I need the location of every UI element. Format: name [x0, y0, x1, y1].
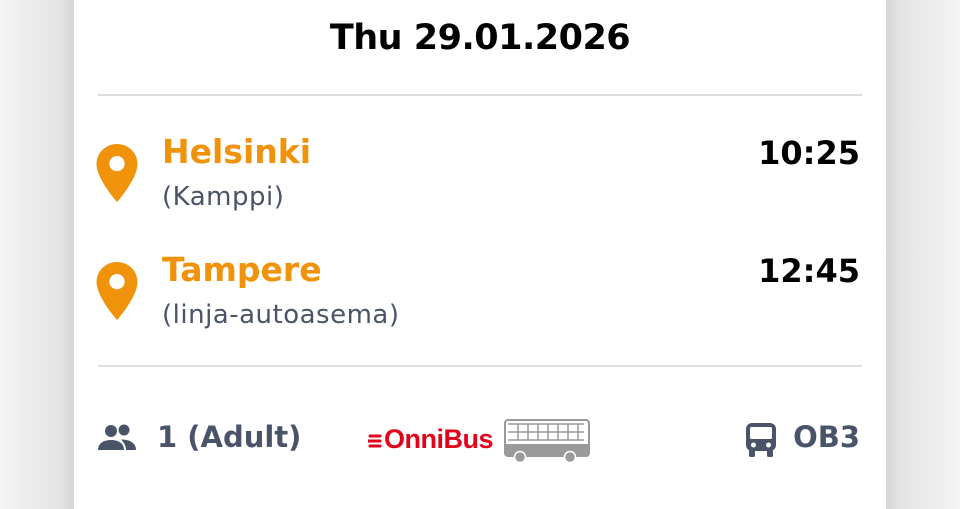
- trip-date: Thu 29.01.2026: [329, 18, 631, 58]
- location-pin-icon: [96, 262, 138, 320]
- destination-stop: Tampere (linja-autoasema) 12:45: [74, 246, 886, 336]
- bus-icon: [746, 423, 776, 457]
- divider-top: [98, 94, 862, 96]
- trip-footer: 1 (Adult) OnniBus OB3: [74, 410, 886, 470]
- trip-card: Thu 29.01.2026 Helsinki (Kamppi) 10:25 T…: [74, 0, 886, 509]
- route-code: OB3: [793, 420, 860, 454]
- operator-logo: OnniBus: [368, 414, 598, 464]
- destination-station: (linja-autoasema): [162, 300, 400, 330]
- double-decker-bus-icon: [504, 419, 590, 464]
- right-backdrop: [886, 0, 960, 509]
- passenger-count: 1 (Adult): [157, 420, 302, 454]
- operator-name: OnniBus: [384, 424, 494, 454]
- destination-city: Tampere: [162, 250, 322, 289]
- departure-time: 10:25: [758, 134, 860, 172]
- location-pin-icon: [96, 144, 138, 202]
- origin-stop: Helsinki (Kamppi) 10:25: [74, 128, 886, 218]
- divider-middle: [98, 365, 862, 367]
- arrival-time: 12:45: [758, 252, 860, 290]
- origin-city: Helsinki: [162, 132, 312, 171]
- left-backdrop: [0, 0, 74, 509]
- origin-station: (Kamppi): [162, 182, 285, 212]
- people-icon: [98, 424, 136, 450]
